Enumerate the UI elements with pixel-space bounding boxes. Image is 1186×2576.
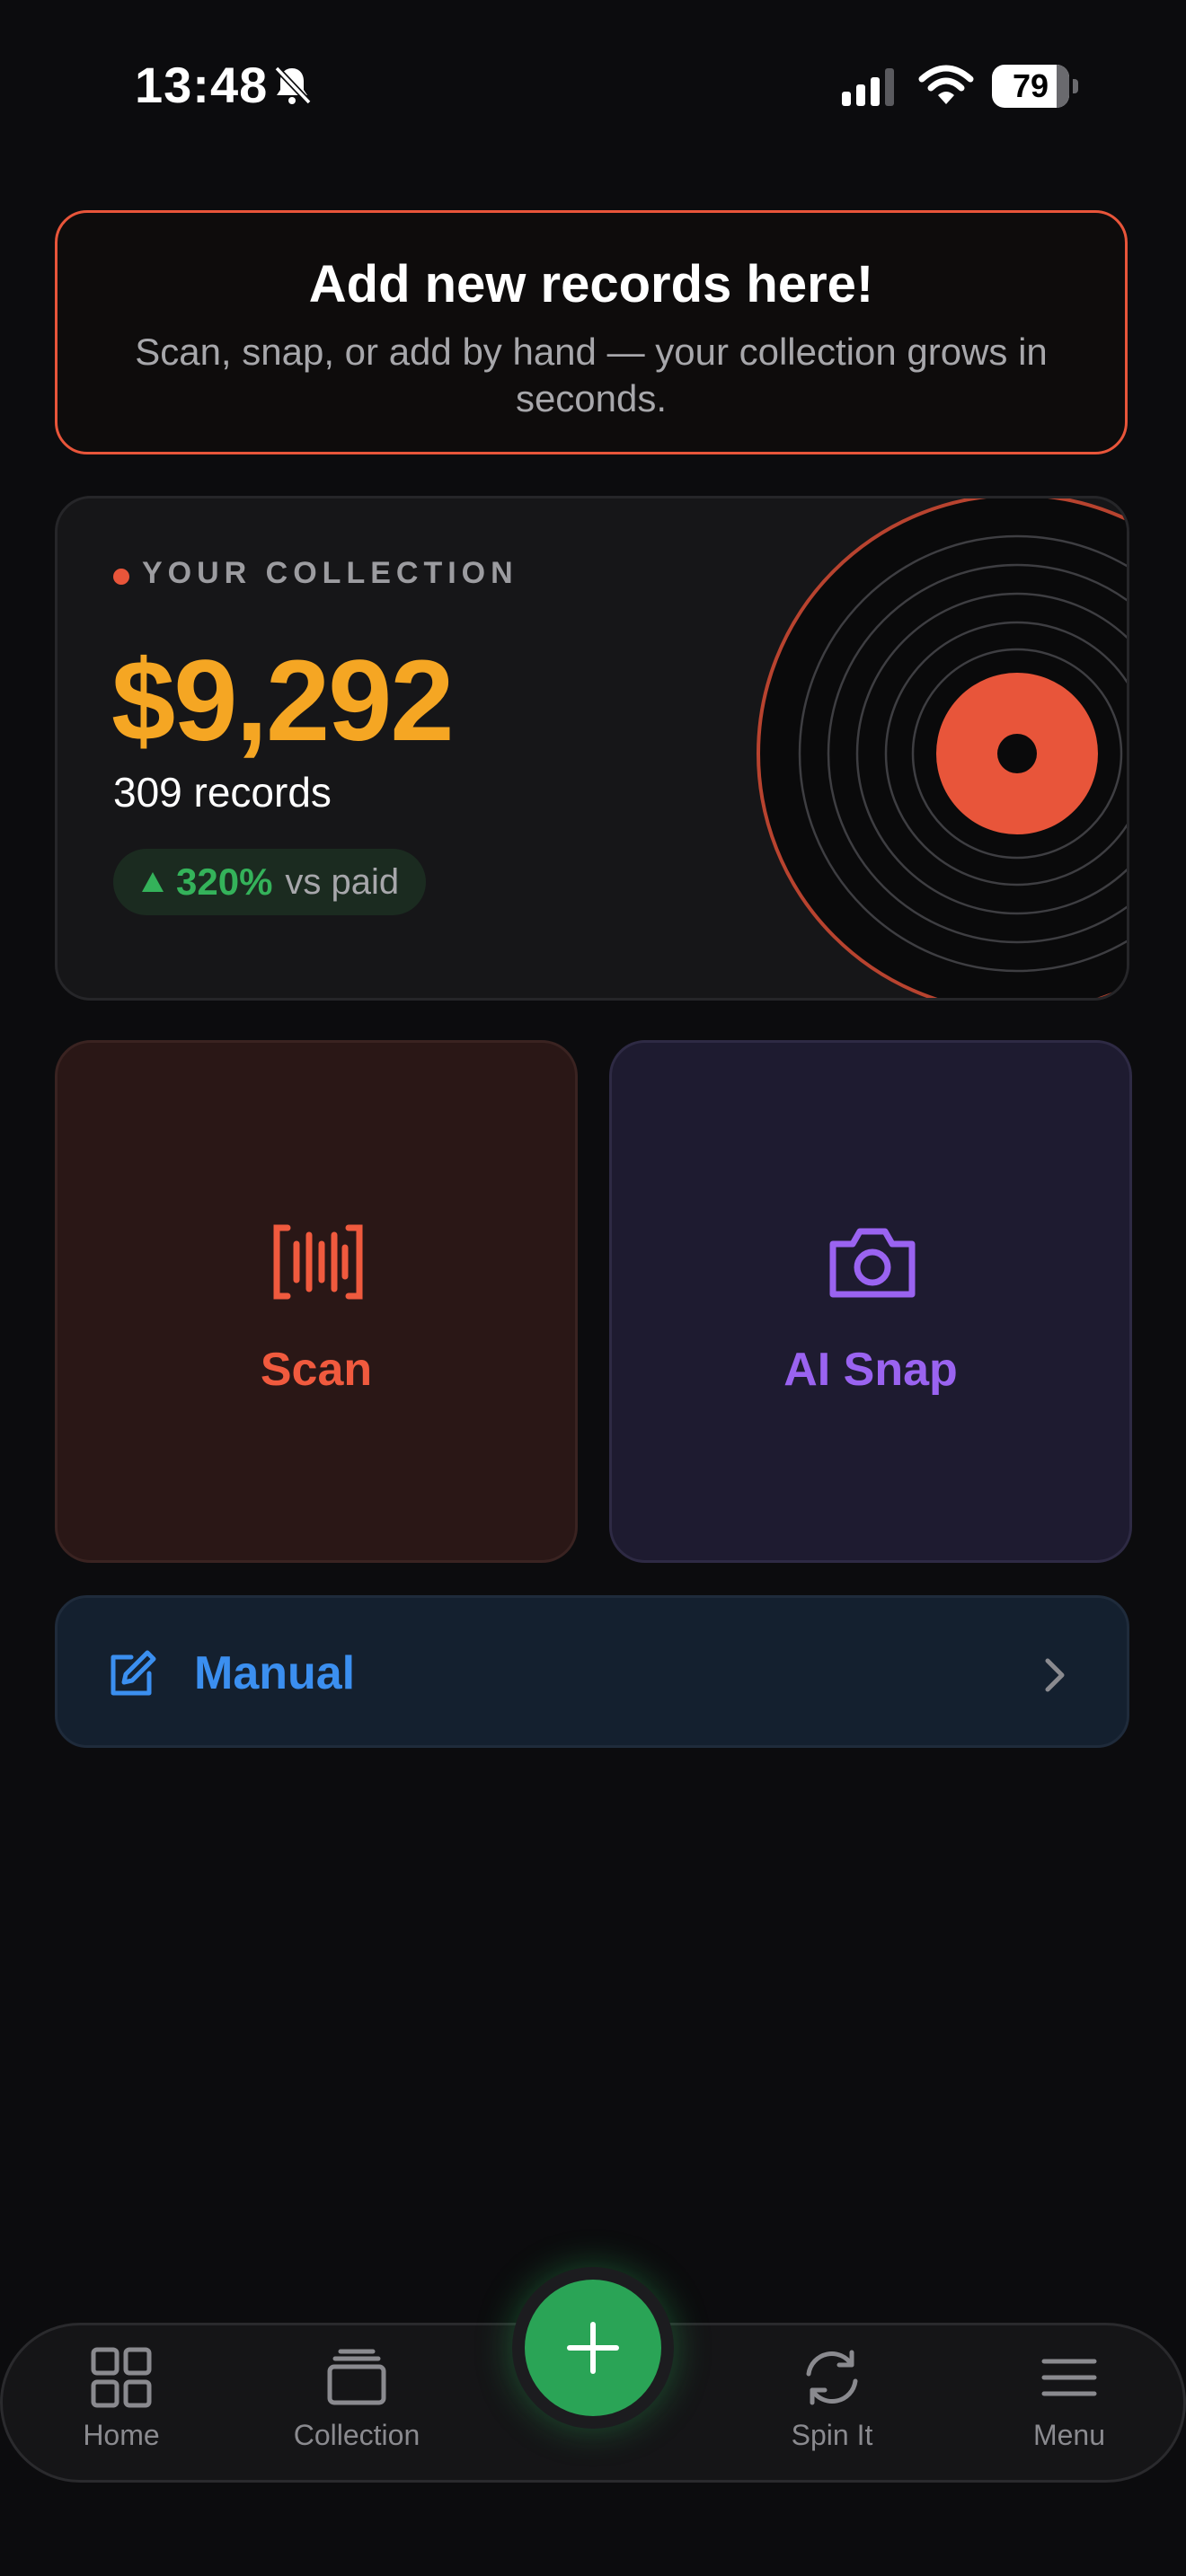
collection-value: $9,292 [111,637,454,765]
cellular-signal-icon [842,68,894,106]
add-records-banner[interactable]: Add new records here! Scan, snap, or add… [55,210,1128,454]
battery-indicator: 79 [992,65,1078,108]
edit-icon [111,1650,156,1696]
tab-spin-it[interactable]: Spin It [742,2345,922,2452]
grid-icon [91,2347,152,2408]
collection-summary-card[interactable]: YOUR COLLECTION $9,292 309 records 320% … [55,496,1129,1001]
bell-muted-icon [274,66,312,105]
barcode-scan-icon [273,1224,363,1300]
banner-subtitle: Scan, snap, or add by hand — your collec… [135,331,1048,419]
plus-icon [567,2322,619,2374]
refresh-icon [806,2350,858,2405]
scan-label: Scan [260,1344,373,1396]
status-time: 13:48 [135,57,269,113]
growth-suffix: vs paid [285,861,400,902]
banner-title: Add new records here! [308,255,874,313]
ai-snap-label: AI Snap [783,1344,958,1396]
growth-badge: 320% vs paid [113,849,427,915]
battery-level: 79 [1012,67,1049,104]
record-count: 309 records [113,769,332,816]
tab-collection-label: Collection [293,2419,420,2451]
manual-label: Manual [194,1647,356,1699]
manual-entry-button[interactable]: Manual [55,1595,1129,1748]
collection-label: YOUR COLLECTION [142,556,518,590]
stack-icon [327,2349,386,2405]
add-record-fab-ring [512,2267,674,2429]
ai-snap-button[interactable]: AI Snap [609,1040,1132,1563]
tab-collection[interactable]: Collection [267,2345,447,2452]
tab-spin-it-label: Spin It [791,2419,873,2451]
scan-button[interactable]: Scan [55,1040,578,1563]
vinyl-record-icon [757,498,1127,998]
chevron-right-icon [1045,1658,1065,1692]
tab-menu-label: Menu [1032,2419,1106,2451]
tab-home-label: Home [83,2419,160,2451]
status-bar: 13:48 79 [0,0,1186,171]
growth-percent: 320% [176,860,273,903]
add-record-button[interactable] [525,2280,661,2416]
camera-icon [829,1228,916,1298]
triangle-up-icon [142,872,164,892]
tab-home[interactable]: Home [31,2345,211,2452]
hamburger-icon [1041,2359,1097,2396]
wifi-icon [918,65,974,104]
tab-menu[interactable]: Menu [979,2345,1159,2452]
